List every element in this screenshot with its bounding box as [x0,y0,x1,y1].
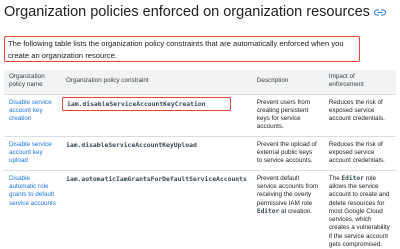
policy-name-link[interactable]: Disable automatic role grants to default… [9,175,56,207]
description-cell: Prevent default service accounts from re… [251,169,324,249]
policy-name-link[interactable]: Disable service account key upload [9,141,52,165]
impact-text-start: The [328,174,340,182]
impact-text: role allows the service account to creat… [328,174,390,249]
constraint-code: iam.automaticIamGrantsForDefaultServiceA… [66,174,247,183]
description-role-code: Editor [256,207,280,215]
impact-cell: The Editor role allows the service accou… [323,169,396,249]
impact-cell: Reduces the risk of exposed service acco… [323,135,396,171]
constraint-code-highlight: iam.disableServiceAccountKeyCreation [62,96,231,111]
impact-role-code: Editor [341,174,364,182]
table-row: Disable automatic role grants to default… [4,169,396,249]
table-row: Disable service account key creation iam… [4,93,396,137]
table-header-row: Organization policy name Organization po… [4,70,396,95]
header-description: Description [251,70,324,95]
intro-text: The following table lists the organizati… [8,39,344,60]
header-policy-name: Organization policy name [4,70,61,95]
link-icon[interactable] [373,4,386,20]
header-policy-constraint: Organization policy constraint [61,70,252,95]
description-text-end: at creation. [280,207,313,215]
impact-cell: Reduces the risk of exposed service acco… [323,93,396,137]
description-cell: Prevent the upload of external public ke… [251,135,324,171]
page-title: Organization policies enforced on organi… [4,4,386,20]
intro-highlight: The following table lists the organizati… [4,36,360,62]
policy-name-link[interactable]: Disable service account key creation [9,99,52,123]
header-impact: Impact of enforcement [323,70,396,95]
policy-table: Organization policy name Organization po… [4,70,396,249]
description-cell: Prevent users from creating persistent k… [251,93,324,137]
description-text: Prevent default service accounts from re… [256,174,319,207]
table-row: Disable service account key upload iam.d… [4,135,396,171]
page-title-text: Organization policies enforced on organi… [4,4,370,20]
constraint-code: iam.disableServiceAccountKeyUpload [66,140,197,149]
